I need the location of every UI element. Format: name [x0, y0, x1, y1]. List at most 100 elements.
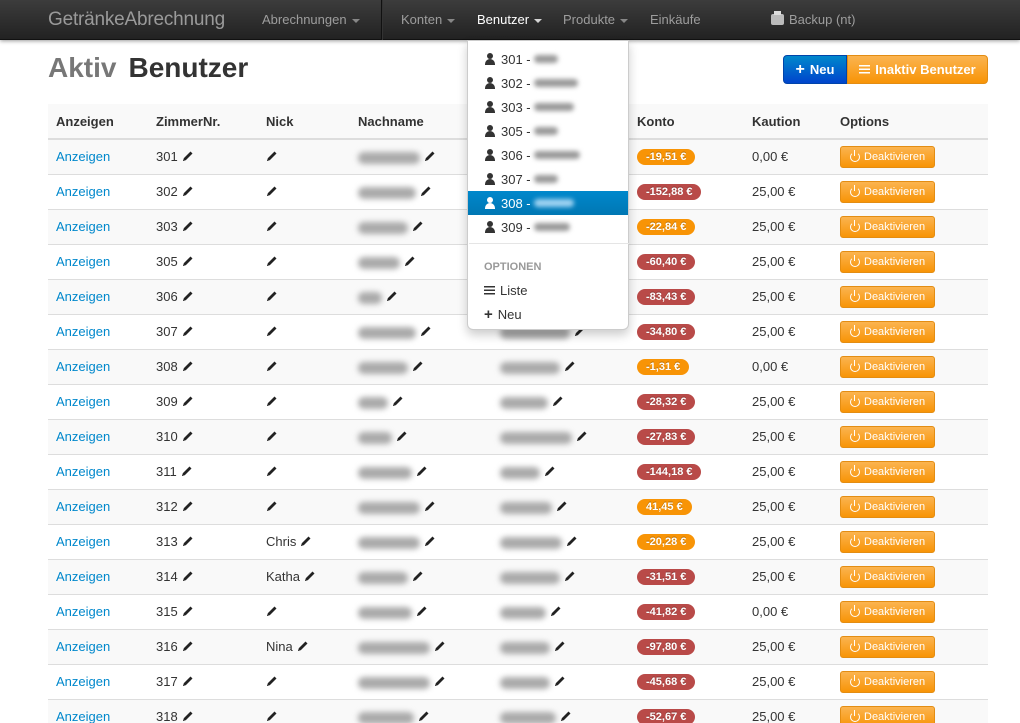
pencil-icon[interactable]	[182, 640, 194, 652]
nav-benutzer[interactable]: Benutzer	[477, 12, 543, 27]
pencil-icon[interactable]	[392, 395, 404, 407]
pencil-icon[interactable]	[304, 570, 316, 582]
pencil-icon[interactable]	[416, 465, 428, 477]
pencil-icon[interactable]	[420, 185, 432, 197]
dropdown-item-new[interactable]: + Neu	[468, 302, 628, 326]
pencil-icon[interactable]	[554, 675, 566, 687]
pencil-icon[interactable]	[560, 710, 572, 722]
pencil-icon[interactable]	[434, 640, 446, 652]
pencil-icon[interactable]	[182, 430, 194, 442]
pencil-icon[interactable]	[396, 430, 408, 442]
deactivate-button[interactable]: Deaktivieren	[840, 600, 936, 623]
pencil-icon[interactable]	[182, 325, 194, 337]
pencil-icon[interactable]	[182, 395, 194, 407]
show-link[interactable]: Anzeigen	[56, 289, 110, 304]
deactivate-button[interactable]: Deaktivieren	[840, 705, 936, 723]
dropdown-user-item[interactable]: 308 -	[468, 191, 628, 215]
pencil-icon[interactable]	[552, 395, 564, 407]
pencil-icon[interactable]	[300, 535, 312, 547]
deactivate-button[interactable]: Deaktivieren	[840, 460, 936, 483]
show-link[interactable]: Anzeigen	[56, 464, 110, 479]
deactivate-button[interactable]: Deaktivieren	[840, 250, 936, 273]
pencil-icon[interactable]	[564, 570, 576, 582]
deactivate-button[interactable]: Deaktivieren	[840, 180, 936, 203]
deactivate-button[interactable]: Deaktivieren	[840, 425, 936, 448]
show-link[interactable]: Anzeigen	[56, 394, 110, 409]
deactivate-button[interactable]: Deaktivieren	[840, 320, 936, 343]
show-link[interactable]: Anzeigen	[56, 254, 110, 269]
pencil-icon[interactable]	[266, 150, 278, 162]
dropdown-user-item[interactable]: 303 -	[468, 95, 628, 119]
deactivate-button[interactable]: Deaktivieren	[840, 145, 936, 168]
pencil-icon[interactable]	[297, 640, 309, 652]
dropdown-user-item[interactable]: 302 -	[468, 71, 628, 95]
pencil-icon[interactable]	[182, 605, 194, 617]
pencil-icon[interactable]	[182, 675, 194, 687]
nav-einkaeufe[interactable]: Einkäufe	[650, 12, 701, 27]
nav-abrechnungen[interactable]: Abrechnungen	[262, 12, 360, 27]
show-link[interactable]: Anzeigen	[56, 149, 110, 164]
deactivate-button[interactable]: Deaktivieren	[840, 635, 936, 658]
pencil-icon[interactable]	[412, 220, 424, 232]
dropdown-item-list[interactable]: Liste	[468, 278, 628, 302]
deactivate-button[interactable]: Deaktivieren	[840, 355, 936, 378]
pencil-icon[interactable]	[424, 535, 436, 547]
show-link[interactable]: Anzeigen	[56, 709, 110, 723]
pencil-icon[interactable]	[266, 360, 278, 372]
show-link[interactable]: Anzeigen	[56, 674, 110, 689]
pencil-icon[interactable]	[556, 500, 568, 512]
pencil-icon[interactable]	[424, 150, 436, 162]
pencil-icon[interactable]	[564, 360, 576, 372]
show-link[interactable]: Anzeigen	[56, 219, 110, 234]
pencil-icon[interactable]	[181, 465, 193, 477]
pencil-icon[interactable]	[182, 535, 194, 547]
pencil-icon[interactable]	[412, 570, 424, 582]
nav-produkte[interactable]: Produkte	[563, 12, 629, 27]
pencil-icon[interactable]	[182, 185, 194, 197]
show-link[interactable]: Anzeigen	[56, 534, 110, 549]
pencil-icon[interactable]	[424, 500, 436, 512]
pencil-icon[interactable]	[576, 430, 588, 442]
pencil-icon[interactable]	[182, 710, 194, 722]
pencil-icon[interactable]	[418, 710, 430, 722]
nav-konten[interactable]: Konten	[401, 12, 456, 27]
pencil-icon[interactable]	[182, 290, 194, 302]
pencil-icon[interactable]	[266, 500, 278, 512]
deactivate-button[interactable]: Deaktivieren	[840, 495, 936, 518]
inactive-users-button[interactable]: Inaktiv Benutzer	[847, 55, 988, 84]
deactivate-button[interactable]: Deaktivieren	[840, 565, 936, 588]
pencil-icon[interactable]	[412, 360, 424, 372]
pencil-icon[interactable]	[182, 500, 194, 512]
deactivate-button[interactable]: Deaktivieren	[840, 215, 936, 238]
deactivate-button[interactable]: Deaktivieren	[840, 530, 936, 553]
pencil-icon[interactable]	[182, 255, 194, 267]
dropdown-user-item[interactable]: 307 -	[468, 167, 628, 191]
pencil-icon[interactable]	[266, 675, 278, 687]
pencil-icon[interactable]	[434, 675, 446, 687]
pencil-icon[interactable]	[266, 395, 278, 407]
show-link[interactable]: Anzeigen	[56, 324, 110, 339]
pencil-icon[interactable]	[266, 290, 278, 302]
pencil-icon[interactable]	[550, 605, 562, 617]
new-user-button[interactable]: + Neu	[783, 55, 847, 84]
pencil-icon[interactable]	[266, 710, 278, 722]
pencil-icon[interactable]	[266, 465, 278, 477]
pencil-icon[interactable]	[554, 640, 566, 652]
pencil-icon[interactable]	[182, 570, 194, 582]
pencil-icon[interactable]	[266, 325, 278, 337]
show-link[interactable]: Anzeigen	[56, 569, 110, 584]
nav-backup[interactable]: Backup (nt)	[771, 11, 855, 27]
show-link[interactable]: Anzeigen	[56, 499, 110, 514]
show-link[interactable]: Anzeigen	[56, 604, 110, 619]
pencil-icon[interactable]	[182, 150, 194, 162]
deactivate-button[interactable]: Deaktivieren	[840, 285, 936, 308]
pencil-icon[interactable]	[182, 220, 194, 232]
deactivate-button[interactable]: Deaktivieren	[840, 390, 936, 413]
pencil-icon[interactable]	[182, 360, 194, 372]
pencil-icon[interactable]	[266, 255, 278, 267]
dropdown-user-item[interactable]: 306 -	[468, 143, 628, 167]
pencil-icon[interactable]	[404, 255, 416, 267]
pencil-icon[interactable]	[266, 185, 278, 197]
show-link[interactable]: Anzeigen	[56, 639, 110, 654]
pencil-icon[interactable]	[386, 290, 398, 302]
